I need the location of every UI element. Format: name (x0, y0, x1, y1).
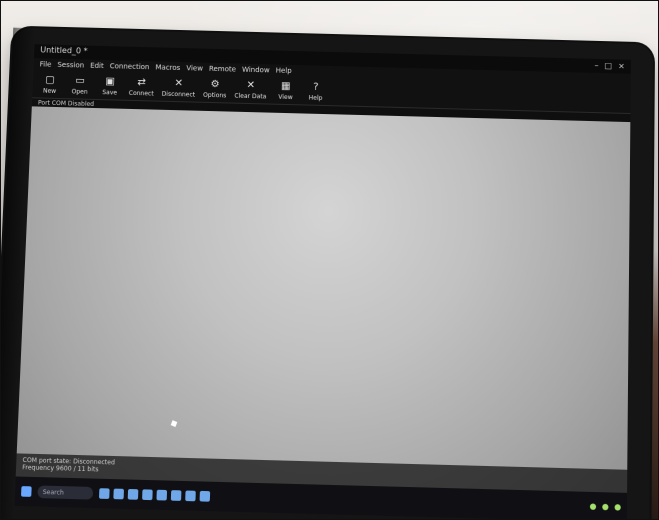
menu-macros[interactable]: Macros (155, 63, 180, 72)
toolbar-open-button[interactable]: ▭ Open (68, 75, 91, 96)
options-icon: ⚙ (210, 78, 220, 90)
taskbar-search-placeholder: Search (42, 488, 65, 497)
connect-icon: ⇄ (137, 76, 147, 88)
view-icon: ▦ (280, 80, 291, 92)
pinned-app-icon[interactable] (127, 488, 139, 500)
app-content-area (16, 106, 631, 493)
pinned-app-icon[interactable] (170, 490, 182, 501)
toolbar-view-label: View (278, 93, 293, 101)
toolbar-connect-button[interactable]: ⇄ Connect (129, 76, 155, 97)
tray-status-icon (614, 504, 621, 511)
tray-status-icon (602, 503, 609, 511)
toolbar-new-label: New (42, 87, 57, 95)
system-tray (589, 503, 621, 511)
maximize-icon[interactable]: □ (604, 61, 612, 70)
pinned-apps (98, 488, 211, 502)
toolbar-disconnect-button[interactable]: ✕ Disconnect (162, 77, 196, 98)
menu-remote[interactable]: Remote (209, 65, 236, 74)
toolbar-disconnect-label: Disconnect (161, 90, 196, 99)
menu-file[interactable]: File (40, 60, 52, 68)
menu-help[interactable]: Help (276, 67, 292, 75)
toolbar-clear-data-label: Clear Data (234, 92, 267, 100)
pinned-app-icon[interactable] (185, 490, 196, 502)
toolbar-view-button[interactable]: ▦ View (274, 80, 297, 101)
toolbar-new-button[interactable]: ▢ New (38, 74, 61, 95)
menu-session[interactable]: Session (57, 61, 84, 70)
menu-edit[interactable]: Edit (90, 62, 104, 70)
help-icon: ? (313, 81, 319, 93)
menu-view[interactable]: View (186, 64, 203, 72)
laptop-screen: Untitled_0 * – □ × File Session Edit Con… (14, 44, 631, 519)
close-icon[interactable]: × (618, 61, 625, 70)
clear-icon: ✕ (246, 79, 256, 91)
toolbar-open-label: Open (71, 87, 88, 96)
photo-frame: Untitled_0 * – □ × File Session Edit Con… (0, 0, 659, 520)
toolbar-help-button[interactable]: ? Help (304, 81, 327, 102)
minimize-icon[interactable]: – (594, 61, 598, 70)
toolbar-connect-label: Connect (128, 89, 154, 97)
taskbar-search[interactable]: Search (37, 485, 94, 500)
toolbar-options-button[interactable]: ⚙ Options (203, 78, 227, 99)
app-title: Untitled_0 * (40, 45, 88, 56)
pinned-app-icon[interactable] (113, 488, 124, 500)
laptop: Untitled_0 * – □ × File Session Edit Con… (1, 27, 654, 519)
toolbar-help-label: Help (308, 94, 323, 102)
toolbar-options-label: Options (203, 91, 227, 99)
start-icon[interactable] (20, 486, 32, 497)
open-icon: ▭ (75, 74, 86, 87)
pinned-app-icon[interactable] (156, 489, 168, 501)
tray-status-icon (589, 503, 597, 510)
window-controls[interactable]: – □ × (594, 61, 624, 71)
pinned-app-icon[interactable] (142, 489, 153, 501)
new-icon: ▢ (45, 74, 56, 86)
disconnect-icon: ✕ (174, 77, 184, 89)
save-icon: ▣ (105, 75, 116, 87)
toolbar-save-button[interactable]: ▣ Save (99, 75, 122, 96)
pinned-app-icon[interactable] (98, 488, 110, 499)
pinned-app-icon[interactable] (199, 490, 211, 502)
menu-connection[interactable]: Connection (110, 62, 150, 71)
menu-window[interactable]: Window (242, 66, 270, 75)
toolbar-save-label: Save (102, 88, 118, 97)
toolbar-clear-data-button[interactable]: ✕ Clear Data (234, 79, 267, 100)
